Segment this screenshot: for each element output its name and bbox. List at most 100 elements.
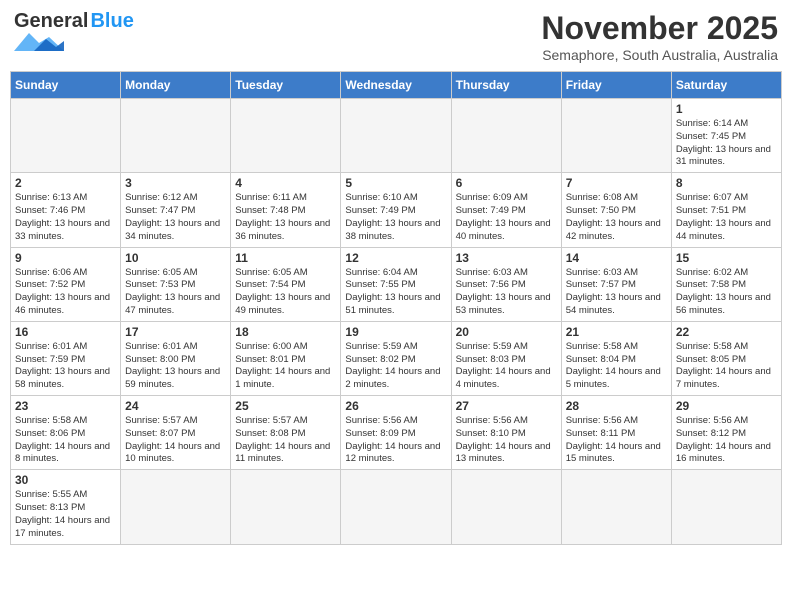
day-number: 25 xyxy=(235,399,336,413)
calendar-cell: 2 Sunrise: 6:13 AM Sunset: 7:46 PM Daylig… xyxy=(11,173,121,247)
calendar-table: SundayMondayTuesdayWednesdayThursdayFrid… xyxy=(10,71,782,545)
calendar-cell xyxy=(11,99,121,173)
day-info: Sunrise: 5:59 AM Sunset: 8:03 PM Dayligh… xyxy=(456,341,557,392)
calendar-week-row: 9Sunrise: 6:06 AM Sunset: 7:52 PM Daylig… xyxy=(11,247,782,321)
calendar-header-friday: Friday xyxy=(561,72,671,99)
calendar-header-thursday: Thursday xyxy=(451,72,561,99)
calendar-cell: 1Sunrise: 6:14 AM Sunset: 7:45 PM Daylig… xyxy=(671,99,781,173)
logo: General Blue xyxy=(14,10,134,51)
day-info: Sunrise: 5:56 AM Sunset: 8:11 PM Dayligh… xyxy=(566,415,667,466)
day-info: Sunrise: 6:01 AM Sunset: 7:59 PM Dayligh… xyxy=(15,341,116,392)
calendar-cell xyxy=(231,470,341,544)
calendar-cell: 15 Sunrise: 6:02 AM Sunset: 7:58 PM Dayli… xyxy=(671,247,781,321)
day-info: Sunrise: 6:14 AM Sunset: 7:45 PM Dayligh… xyxy=(676,118,777,169)
month-title: November 2025 xyxy=(541,10,778,47)
calendar-cell: 4 Sunrise: 6:11 AM Sunset: 7:48 PM Daylig… xyxy=(231,173,341,247)
calendar-cell: 14 Sunrise: 6:03 AM Sunset: 7:57 PM Dayli… xyxy=(561,247,671,321)
calendar-cell: 5 Sunrise: 6:10 AM Sunset: 7:49 PM Daylig… xyxy=(341,173,451,247)
location-text: Semaphore, South Australia, Australia xyxy=(541,47,778,63)
day-number: 20 xyxy=(456,325,557,339)
calendar-cell: 21 Sunrise: 5:58 AM Sunset: 8:04 PM Dayli… xyxy=(561,321,671,395)
calendar-header-monday: Monday xyxy=(121,72,231,99)
logo-general-text: General xyxy=(14,10,88,33)
day-info: Sunrise: 6:10 AM Sunset: 7:49 PM Dayligh… xyxy=(345,192,446,243)
day-info: Sunrise: 6:08 AM Sunset: 7:50 PM Dayligh… xyxy=(566,192,667,243)
day-number: 3 xyxy=(125,176,226,190)
calendar-cell: 30Sunrise: 5:55 AM Sunset: 8:13 PM Dayli… xyxy=(11,470,121,544)
calendar-cell xyxy=(231,99,341,173)
calendar-week-row: 23 Sunrise: 5:58 AM Sunset: 8:06 PM Dayli… xyxy=(11,396,782,470)
day-info: Sunrise: 5:56 AM Sunset: 8:10 PM Dayligh… xyxy=(456,415,557,466)
day-info: Sunrise: 5:57 AM Sunset: 8:08 PM Dayligh… xyxy=(235,415,336,466)
calendar-cell: 18 Sunrise: 6:00 AM Sunset: 8:01 PM Dayli… xyxy=(231,321,341,395)
calendar-cell: 25 Sunrise: 5:57 AM Sunset: 8:08 PM Dayli… xyxy=(231,396,341,470)
day-number: 29 xyxy=(676,399,777,413)
day-info: Sunrise: 5:59 AM Sunset: 8:02 PM Dayligh… xyxy=(345,341,446,392)
calendar-cell xyxy=(671,470,781,544)
day-number: 26 xyxy=(345,399,446,413)
day-number: 15 xyxy=(676,251,777,265)
day-info: Sunrise: 6:03 AM Sunset: 7:57 PM Dayligh… xyxy=(566,267,667,318)
day-number: 6 xyxy=(456,176,557,190)
day-number: 27 xyxy=(456,399,557,413)
day-info: Sunrise: 6:01 AM Sunset: 8:00 PM Dayligh… xyxy=(125,341,226,392)
day-number: 10 xyxy=(125,251,226,265)
day-number: 11 xyxy=(235,251,336,265)
day-number: 13 xyxy=(456,251,557,265)
calendar-week-row: 30Sunrise: 5:55 AM Sunset: 8:13 PM Dayli… xyxy=(11,470,782,544)
calendar-cell xyxy=(341,99,451,173)
day-number: 18 xyxy=(235,325,336,339)
calendar-cell xyxy=(341,470,451,544)
day-info: Sunrise: 6:05 AM Sunset: 7:54 PM Dayligh… xyxy=(235,267,336,318)
calendar-cell: 8Sunrise: 6:07 AM Sunset: 7:51 PM Daylig… xyxy=(671,173,781,247)
day-info: Sunrise: 5:56 AM Sunset: 8:09 PM Dayligh… xyxy=(345,415,446,466)
calendar-cell: 22 Sunrise: 5:58 AM Sunset: 8:05 PM Dayli… xyxy=(671,321,781,395)
title-block: November 2025 Semaphore, South Australia… xyxy=(541,10,778,63)
day-number: 12 xyxy=(345,251,446,265)
day-number: 14 xyxy=(566,251,667,265)
page-header: General Blue November 2025 Semaphore, So… xyxy=(10,10,782,63)
calendar-cell: 26 Sunrise: 5:56 AM Sunset: 8:09 PM Dayli… xyxy=(341,396,451,470)
day-number: 9 xyxy=(15,251,116,265)
day-info: Sunrise: 6:11 AM Sunset: 7:48 PM Dayligh… xyxy=(235,192,336,243)
calendar-cell xyxy=(561,470,671,544)
calendar-header-row: SundayMondayTuesdayWednesdayThursdayFrid… xyxy=(11,72,782,99)
day-number: 16 xyxy=(15,325,116,339)
calendar-header-sunday: Sunday xyxy=(11,72,121,99)
day-number: 4 xyxy=(235,176,336,190)
calendar-header-wednesday: Wednesday xyxy=(341,72,451,99)
calendar-cell: 19 Sunrise: 5:59 AM Sunset: 8:02 PM Dayli… xyxy=(341,321,451,395)
day-info: Sunrise: 6:02 AM Sunset: 7:58 PM Dayligh… xyxy=(676,267,777,318)
day-info: Sunrise: 5:58 AM Sunset: 8:06 PM Dayligh… xyxy=(15,415,116,466)
day-number: 5 xyxy=(345,176,446,190)
logo-blue-text: Blue xyxy=(90,10,133,33)
day-info: Sunrise: 6:00 AM Sunset: 8:01 PM Dayligh… xyxy=(235,341,336,392)
day-number: 22 xyxy=(676,325,777,339)
day-info: Sunrise: 6:04 AM Sunset: 7:55 PM Dayligh… xyxy=(345,267,446,318)
calendar-cell: 16 Sunrise: 6:01 AM Sunset: 7:59 PM Dayli… xyxy=(11,321,121,395)
day-number: 23 xyxy=(15,399,116,413)
calendar-header-saturday: Saturday xyxy=(671,72,781,99)
calendar-cell xyxy=(451,470,561,544)
calendar-cell: 12 Sunrise: 6:04 AM Sunset: 7:55 PM Dayli… xyxy=(341,247,451,321)
day-number: 2 xyxy=(15,176,116,190)
day-info: Sunrise: 5:58 AM Sunset: 8:05 PM Dayligh… xyxy=(676,341,777,392)
calendar-cell: 6 Sunrise: 6:09 AM Sunset: 7:49 PM Daylig… xyxy=(451,173,561,247)
calendar-week-row: 16 Sunrise: 6:01 AM Sunset: 7:59 PM Dayli… xyxy=(11,321,782,395)
calendar-cell xyxy=(121,99,231,173)
day-info: Sunrise: 6:05 AM Sunset: 7:53 PM Dayligh… xyxy=(125,267,226,318)
day-info: Sunrise: 6:13 AM Sunset: 7:46 PM Dayligh… xyxy=(15,192,116,243)
day-info: Sunrise: 6:09 AM Sunset: 7:49 PM Dayligh… xyxy=(456,192,557,243)
calendar-cell: 27 Sunrise: 5:56 AM Sunset: 8:10 PM Dayli… xyxy=(451,396,561,470)
day-info: Sunrise: 6:03 AM Sunset: 7:56 PM Dayligh… xyxy=(456,267,557,318)
calendar-cell xyxy=(561,99,671,173)
day-number: 21 xyxy=(566,325,667,339)
day-number: 19 xyxy=(345,325,446,339)
calendar-cell xyxy=(121,470,231,544)
day-info: Sunrise: 5:56 AM Sunset: 8:12 PM Dayligh… xyxy=(676,415,777,466)
day-number: 17 xyxy=(125,325,226,339)
day-info: Sunrise: 5:58 AM Sunset: 8:04 PM Dayligh… xyxy=(566,341,667,392)
day-info: Sunrise: 6:12 AM Sunset: 7:47 PM Dayligh… xyxy=(125,192,226,243)
calendar-header-tuesday: Tuesday xyxy=(231,72,341,99)
calendar-cell: 7Sunrise: 6:08 AM Sunset: 7:50 PM Daylig… xyxy=(561,173,671,247)
